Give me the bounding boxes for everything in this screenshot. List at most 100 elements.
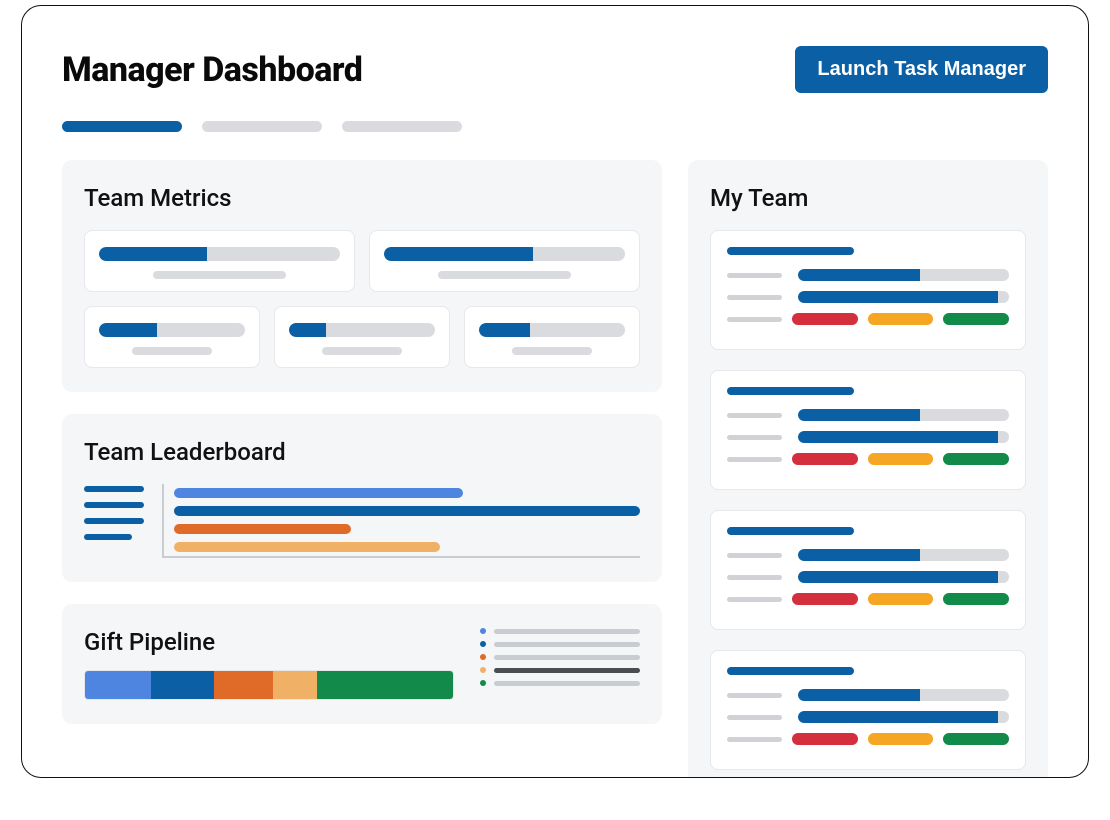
metric-sub-label — [322, 347, 402, 355]
metric-card[interactable] — [84, 230, 355, 292]
team-leaderboard-panel: Team Leaderboard — [62, 414, 662, 582]
team-metric-label — [727, 715, 782, 720]
pipeline-legend-row — [480, 680, 640, 686]
leaderboard-legend-line — [84, 486, 144, 492]
team-member-card[interactable] — [710, 510, 1026, 630]
team-metric-row — [727, 689, 1009, 701]
metric-sub-label — [153, 271, 286, 279]
pipeline-chart — [84, 670, 454, 700]
team-member-name — [727, 667, 854, 675]
pipeline-segment — [85, 671, 151, 699]
metric-sub-label — [132, 347, 212, 355]
team-metrics-title: Team Metrics — [84, 184, 640, 212]
tab-2[interactable] — [202, 121, 322, 132]
legend-dot-icon — [480, 680, 486, 686]
status-badge — [792, 593, 858, 605]
metric-card[interactable] — [274, 306, 450, 368]
metric-card[interactable] — [84, 306, 260, 368]
pipeline-legend-row — [480, 654, 640, 660]
progress-bar — [479, 323, 625, 337]
progress-bar — [798, 571, 1009, 583]
leaderboard-bar — [174, 542, 440, 552]
status-badge — [792, 453, 858, 465]
tab-3[interactable] — [342, 121, 462, 132]
leaderboard-bar — [174, 524, 351, 534]
my-team-list — [710, 230, 1026, 770]
progress-bar — [798, 291, 1009, 303]
team-member-name — [727, 387, 854, 395]
team-metrics-panel: Team Metrics — [62, 160, 662, 392]
pipeline-legend-row — [480, 667, 640, 673]
team-metric-row — [727, 711, 1009, 723]
metric-card[interactable] — [464, 306, 640, 368]
metric-card[interactable] — [369, 230, 640, 292]
team-metric-label — [727, 553, 782, 558]
pipeline-legend — [480, 628, 640, 686]
metric-sub-label — [438, 271, 571, 279]
pipeline-segment — [151, 671, 214, 699]
legend-dot-icon — [480, 628, 486, 634]
team-member-card[interactable] — [710, 650, 1026, 770]
legend-dot-icon — [480, 654, 486, 660]
metric-sub-label — [512, 347, 592, 355]
pipeline-legend-row — [480, 641, 640, 647]
progress-bar — [99, 323, 245, 337]
team-leaderboard-title: Team Leaderboard — [84, 438, 640, 466]
legend-label — [494, 668, 640, 673]
team-metric-row — [727, 571, 1009, 583]
legend-label — [494, 642, 640, 647]
content: Team Metrics Team Leaderboard Gift Pipel… — [62, 160, 1048, 778]
leaderboard-legend-line — [84, 534, 132, 540]
status-badge — [943, 313, 1009, 325]
header: Manager Dashboard Launch Task Manager — [62, 46, 1048, 93]
team-metric-label — [727, 413, 782, 418]
team-metric-row — [727, 269, 1009, 281]
team-metric-label — [727, 575, 782, 580]
leaderboard-legend — [84, 484, 144, 558]
pipeline-segment — [214, 671, 273, 699]
leaderboard-body — [84, 484, 640, 558]
metrics-row-top — [84, 230, 640, 292]
progress-bar — [384, 247, 625, 261]
status-badge — [943, 593, 1009, 605]
legend-label — [494, 655, 640, 660]
progress-bar — [798, 269, 1009, 281]
team-badge-label — [727, 317, 782, 322]
left-column: Team Metrics Team Leaderboard Gift Pipel… — [62, 160, 662, 778]
progress-bar — [289, 323, 435, 337]
status-badge — [943, 733, 1009, 745]
status-badge — [792, 733, 858, 745]
team-metric-row — [727, 431, 1009, 443]
status-badge — [868, 733, 934, 745]
dashboard-frame: Manager Dashboard Launch Task Manager Te… — [21, 5, 1089, 778]
leaderboard-legend-line — [84, 518, 144, 524]
gift-pipeline-title: Gift Pipeline — [84, 628, 454, 656]
right-column: My Team — [688, 160, 1048, 778]
team-metric-label — [727, 435, 782, 440]
pipeline-body: Gift Pipeline — [84, 628, 640, 700]
status-badge — [792, 313, 858, 325]
pipeline-segment — [317, 671, 453, 699]
status-badge — [868, 313, 934, 325]
team-metric-label — [727, 273, 782, 278]
tab-1[interactable] — [62, 121, 182, 132]
team-badge-label — [727, 597, 782, 602]
legend-label — [494, 681, 640, 686]
status-badge — [868, 593, 934, 605]
team-member-name — [727, 247, 854, 255]
launch-task-manager-button[interactable]: Launch Task Manager — [795, 46, 1048, 93]
team-metric-label — [727, 693, 782, 698]
pipeline-segment — [273, 671, 317, 699]
team-metric-row — [727, 291, 1009, 303]
team-badge-row — [727, 313, 1009, 325]
progress-bar — [798, 689, 1009, 701]
progress-bar — [798, 409, 1009, 421]
progress-bar — [99, 247, 340, 261]
legend-dot-icon — [480, 641, 486, 647]
team-badge-row — [727, 453, 1009, 465]
leaderboard-legend-line — [84, 502, 144, 508]
team-member-name — [727, 527, 854, 535]
team-member-card[interactable] — [710, 370, 1026, 490]
team-member-card[interactable] — [710, 230, 1026, 350]
team-badge-row — [727, 733, 1009, 745]
